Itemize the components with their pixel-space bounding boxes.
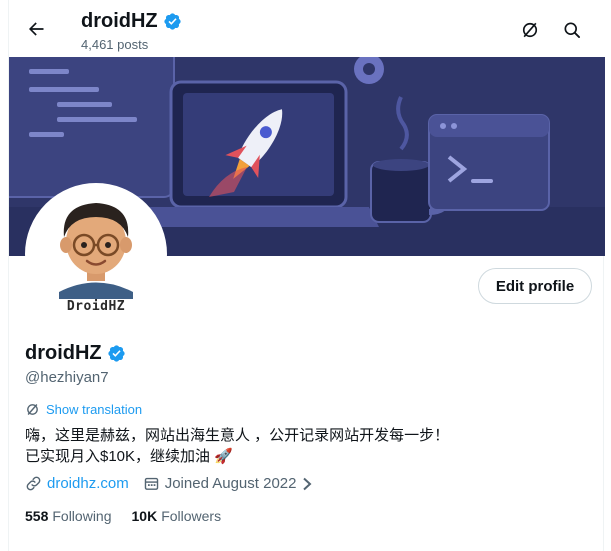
verified-badge-icon — [164, 13, 181, 30]
avatar[interactable]: DroidHZ — [25, 183, 167, 325]
profile-name: droidHZ — [25, 342, 102, 364]
translate-button[interactable] — [517, 17, 543, 43]
edit-profile-button[interactable]: Edit profile — [478, 268, 592, 304]
profile-name-row: droidHZ — [25, 342, 126, 365]
search-button[interactable] — [559, 17, 585, 43]
translate-icon — [522, 22, 538, 38]
bio-line-2: 已实现月入$10K，继续加油 🚀 — [25, 448, 233, 465]
followers-label: Followers — [161, 508, 222, 524]
joined-date: Joined August 2022 — [164, 475, 297, 492]
verified-badge-icon[interactable] — [107, 344, 126, 363]
profile-stats: 558 Following 10K Followers — [25, 508, 241, 524]
search-icon — [564, 22, 580, 38]
back-button[interactable] — [21, 14, 51, 44]
followers-link[interactable]: 10K Followers — [132, 508, 222, 524]
arrow-left-icon — [29, 22, 44, 36]
website-link[interactable]: droidhz.com — [47, 475, 129, 492]
translate-icon — [27, 404, 38, 415]
show-translation-link[interactable]: Show translation — [25, 402, 142, 417]
profile-handle: @hezhiyan7 — [25, 369, 109, 386]
profile-header: droidHZ 4,461 posts — [9, 0, 605, 57]
calendar-icon — [144, 477, 158, 490]
profile-page: droidHZ 4,461 posts DroidHZ Edit profile… — [8, 0, 605, 551]
profile-bio: 嗨，这里是赫兹，网站出海生意人 ，公开记录网站开发每一步！ 已实现月入$10K，… — [25, 425, 449, 467]
post-count: 4,461 posts — [81, 37, 149, 52]
show-translation-label: Show translation — [46, 402, 143, 417]
avatar-logo-text: DroidHZ — [66, 299, 126, 314]
chevron-right-icon — [303, 477, 312, 490]
header-name-row: droidHZ — [81, 10, 182, 33]
following-link[interactable]: 558 Following — [25, 508, 112, 524]
bio-line-1: 嗨，这里是赫兹，网站出海生意人 ，公开记录网站开发每一步！ — [25, 427, 450, 444]
following-label: Following — [52, 508, 112, 524]
joined-item[interactable]: Joined August 2022 — [143, 475, 314, 492]
followers-count: 10K — [131, 508, 158, 524]
profile-meta: droidhz.com Joined August 2022 — [25, 475, 327, 492]
following-count: 558 — [25, 508, 49, 524]
header-name: droidHZ — [81, 10, 158, 32]
link-icon — [26, 476, 41, 491]
website-item[interactable]: droidhz.com — [25, 475, 129, 492]
